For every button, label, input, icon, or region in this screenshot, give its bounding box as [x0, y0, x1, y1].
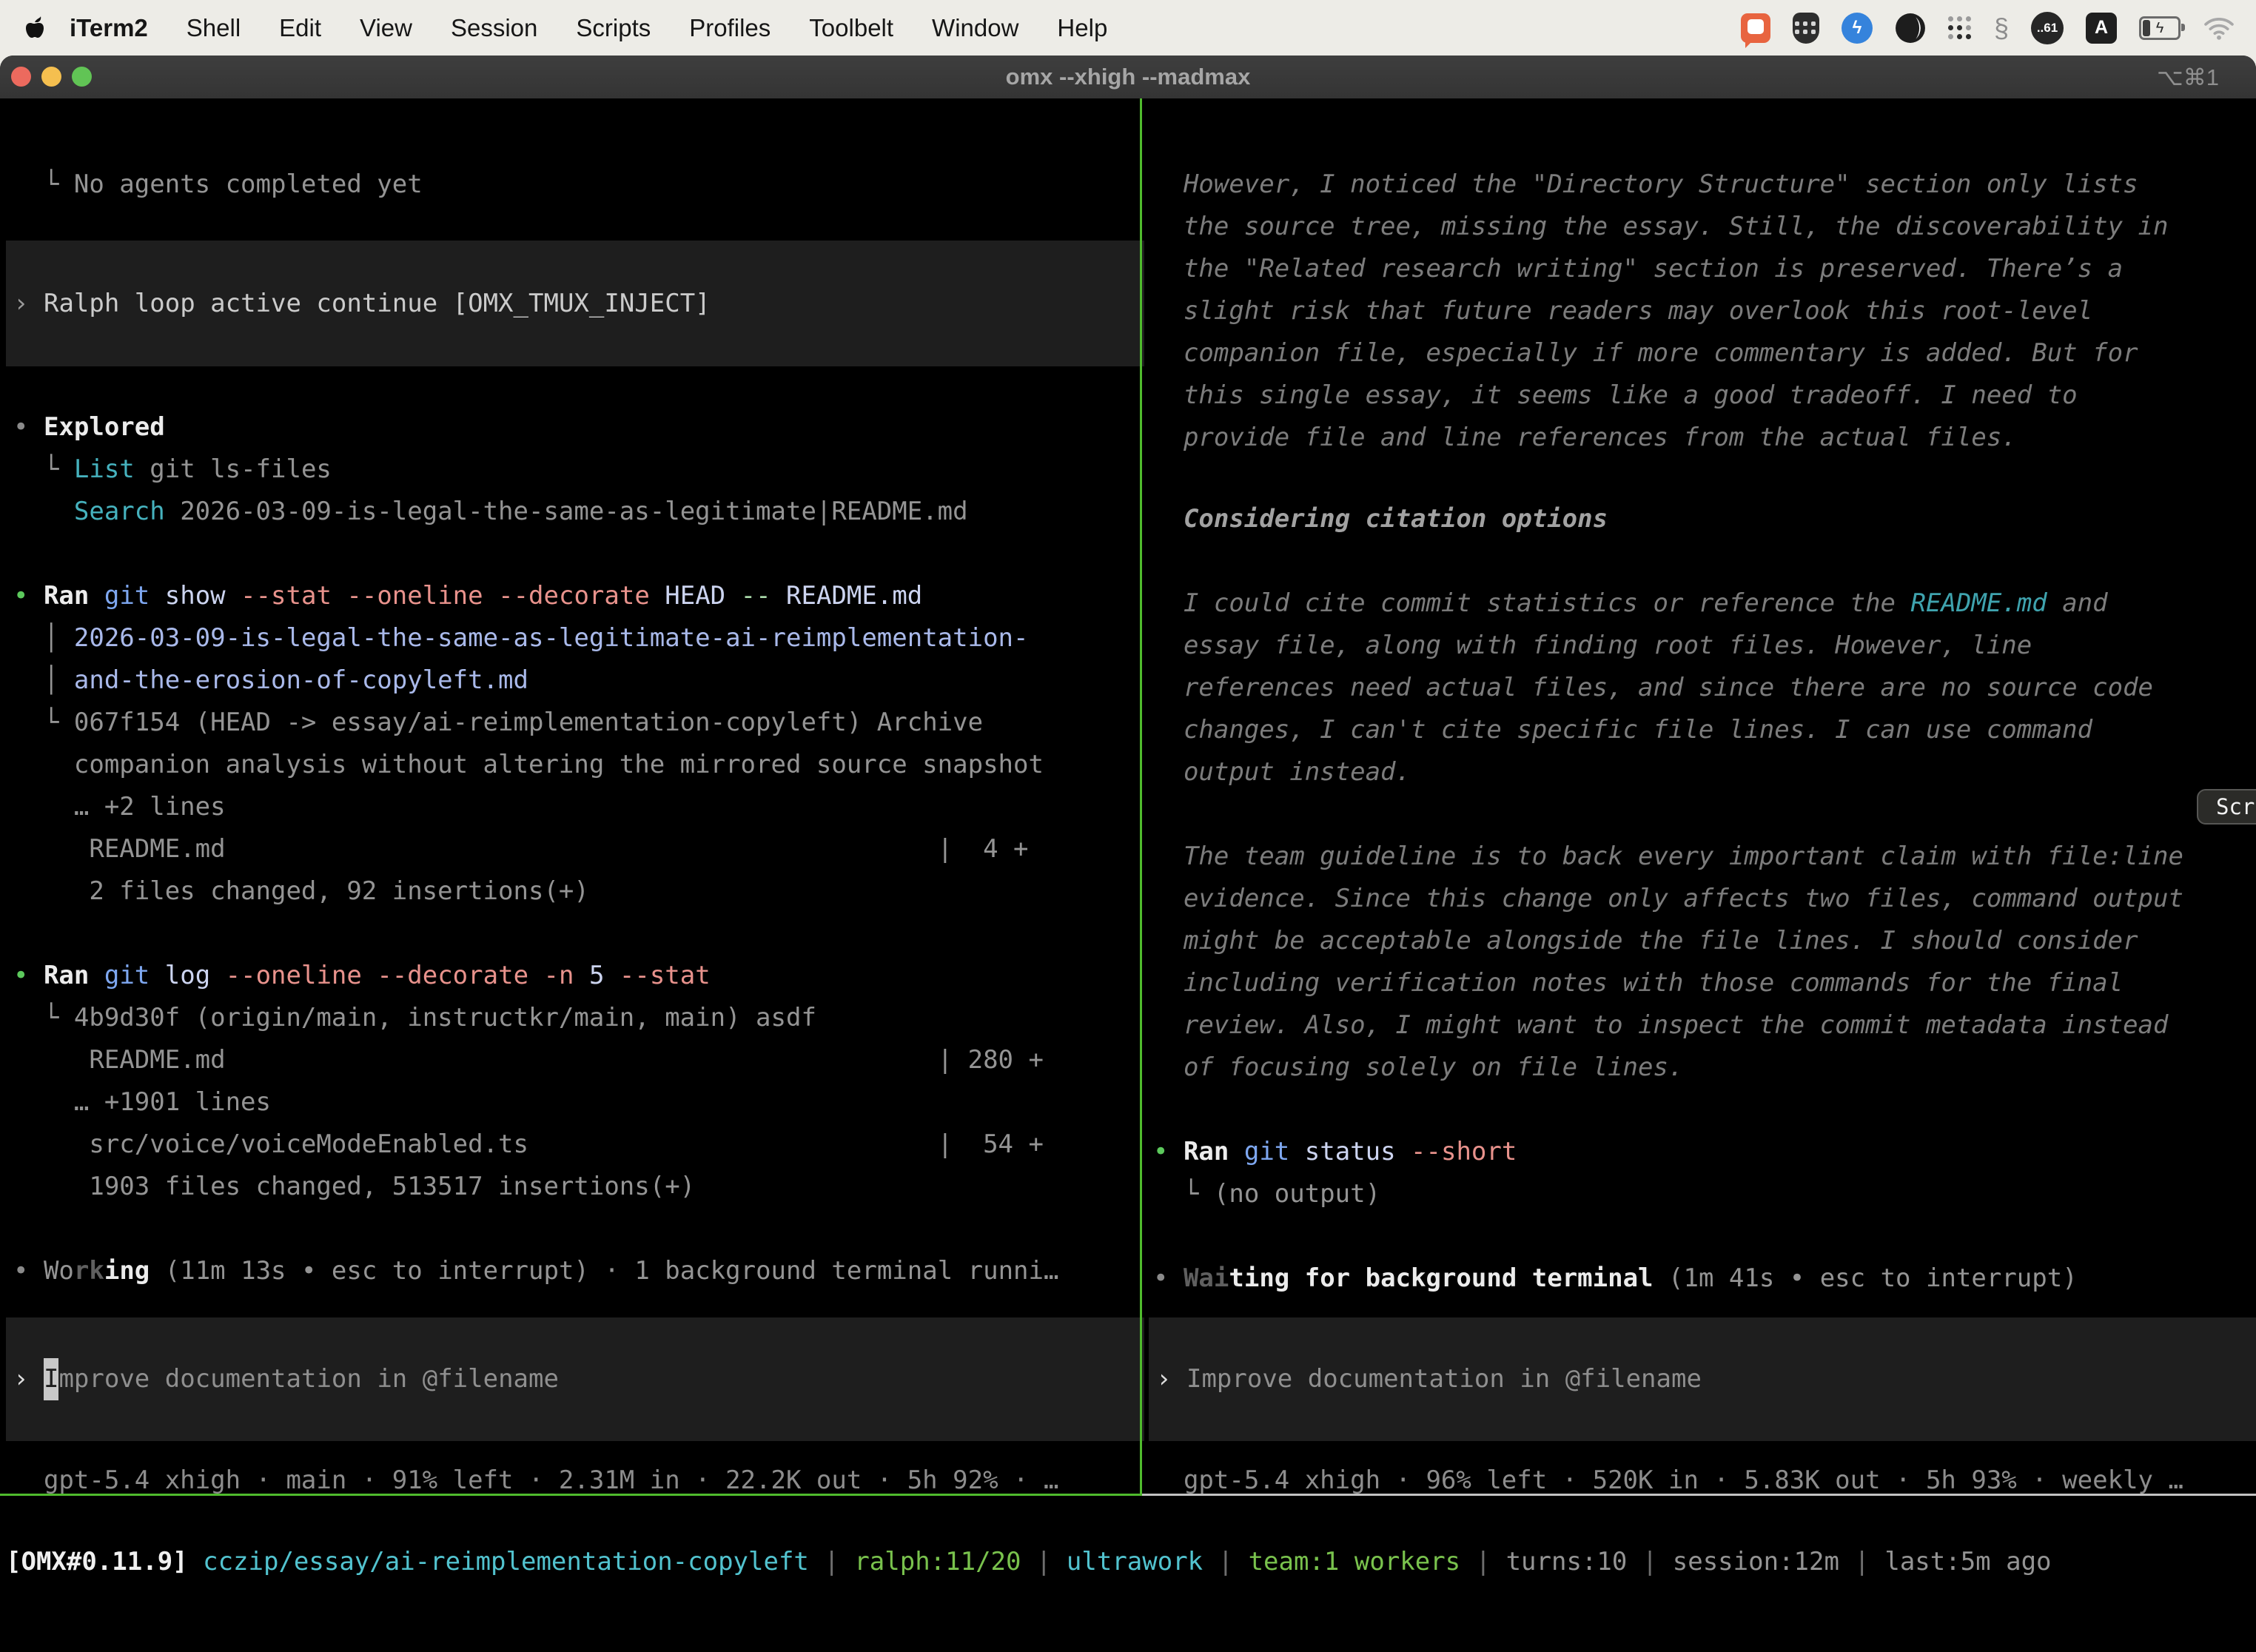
terminal-line: │ 2026-03-09-is-legal-the-same-as-legiti…	[13, 617, 1044, 659]
terminal-line: └ (no output)	[1153, 1173, 1517, 1215]
terminal-line: provide file and line references from th…	[1153, 417, 2168, 459]
omx-session-status-bar: [OMX#0.11.9] cczip/essay/ai-reimplementa…	[6, 1541, 2052, 1583]
terminal-line: [OMX#0.11.9] cczip/essay/ai-reimplementa…	[6, 1541, 2052, 1583]
terminal-line: references need actual files, and since …	[1153, 667, 2153, 709]
terminal-line: Considering citation options	[1153, 498, 1608, 540]
wifi-icon[interactable]	[2203, 16, 2235, 41]
right-input-text: Improve documentation in @filename	[1186, 1358, 1702, 1400]
iterm2-window: omx --xhigh --madmax ⌥⌘1 └ No agents com…	[0, 56, 2256, 1636]
terminal-line: └ 4b9d30f (origin/main, instructkr/main,…	[13, 997, 1044, 1039]
terminal-line: companion analysis without altering the …	[13, 744, 1044, 786]
reasoning-paragraph-1: However, I noticed the "Directory Struct…	[1153, 164, 2168, 459]
terminal-line: … +2 lines	[13, 786, 1044, 828]
menu-item-view[interactable]: View	[340, 14, 432, 42]
timer-badge-icon[interactable]: ..61	[2031, 12, 2064, 44]
terminal-line: • Ran git show --stat --oneline --decora…	[13, 575, 1044, 617]
squiggle-icon[interactable]: §	[1994, 13, 2009, 44]
prompt-chevron: ›	[13, 1358, 28, 1400]
inject-message-box[interactable]: › Ralph loop active continue [OMX_TMUX_I…	[6, 241, 1144, 366]
screen-overlay-chip[interactable]: Scre	[2197, 789, 2256, 825]
transcript-ran-git-show: • Ran git show --stat --oneline --decora…	[13, 575, 1044, 913]
terminal-line: └ List git ls-files	[13, 449, 968, 491]
terminal-line: including verification notes with those …	[1153, 962, 2183, 1004]
menu-item-iterm2[interactable]: iTerm2	[50, 14, 167, 42]
menu-item-edit[interactable]: Edit	[260, 14, 340, 42]
terminal-line: evidence. Since this change only affects…	[1153, 878, 2183, 920]
pane-divider-horizontal-active	[0, 1494, 1142, 1496]
apple-menu-icon[interactable]	[25, 16, 44, 40]
menu-item-shell[interactable]: Shell	[167, 14, 260, 42]
terminal-line: • Waiting for background terminal (1m 41…	[1153, 1258, 2078, 1300]
reasoning-paragraph-2: I could cite commit statistics or refere…	[1153, 582, 2153, 793]
terminal-line: this single essay, it seems like a good …	[1153, 375, 2168, 417]
pane-divider-vertical	[1140, 98, 1142, 1494]
battery-icon[interactable]: ϟ	[2139, 16, 2181, 40]
terminal-line: • Ran git status --short	[1153, 1131, 1517, 1173]
menu-item-toolbelt[interactable]: Toolbelt	[790, 14, 913, 42]
terminal-line: changes, I can't cite specific file line…	[1153, 709, 2153, 751]
chat-app-icon[interactable]	[1741, 13, 1770, 43]
pane-divider-horizontal-inactive	[1142, 1494, 2256, 1496]
terminal-line: The team guideline is to back every impo…	[1153, 836, 2183, 878]
blue-badge-icon[interactable]: ϟ	[1842, 13, 1873, 44]
terminal-line: • Working (11m 13s • esc to interrupt) ·…	[13, 1250, 1058, 1292]
transcript-ran-git-log: • Ran git log --oneline --decorate -n 5 …	[13, 955, 1044, 1208]
input-source-icon[interactable]: A	[2086, 13, 2117, 44]
terminal-line: … +1901 lines	[13, 1081, 1044, 1124]
terminal-line: 2 files changed, 92 insertions(+)	[13, 870, 1044, 913]
terminal-line: the source tree, missing the essay. Stil…	[1153, 206, 2168, 248]
menu-item-profiles[interactable]: Profiles	[670, 14, 790, 42]
working-status-line: • Working (11m 13s • esc to interrupt) ·…	[13, 1250, 1058, 1292]
right-prompt-input[interactable]: › Improve documentation in @filename	[1149, 1317, 2256, 1441]
terminal-line: └ 067f154 (HEAD -> essay/ai-reimplementa…	[13, 702, 1044, 744]
terminal-line: • Ran git log --oneline --decorate -n 5 …	[13, 955, 1044, 997]
transcript-ran-git-status: • Ran git status --short └ (no output)	[1153, 1131, 1517, 1215]
terminal-line: of focusing solely on file lines.	[1153, 1047, 2183, 1089]
window-shortcut-hint: ⌥⌘1	[2157, 64, 2219, 91]
terminal-line: slight risk that future readers may over…	[1153, 290, 2168, 332]
menu-item-session[interactable]: Session	[432, 14, 557, 42]
window-title-bar[interactable]: omx --xhigh --madmax ⌥⌘1	[0, 56, 2256, 99]
menu-item-help[interactable]: Help	[1038, 14, 1127, 42]
menu-item-window[interactable]: Window	[913, 14, 1038, 42]
terminal-line: review. Also, I might want to inspect th…	[1153, 1004, 2183, 1047]
terminal-line: However, I noticed the "Directory Struct…	[1153, 164, 2168, 206]
terminal-line: might be acceptable alongside the file l…	[1153, 920, 2183, 962]
terminal-line: Search 2026-03-09-is-legal-the-same-as-l…	[13, 491, 968, 533]
left-input-text: mprove documentation in @filename	[58, 1358, 559, 1400]
shield-grid-icon[interactable]	[1793, 13, 1819, 44]
terminal-line: └ No agents completed yet	[13, 164, 423, 206]
contrast-icon[interactable]	[1895, 13, 1926, 44]
terminal-line: │ and-the-erosion-of-copyleft.md	[13, 659, 1044, 702]
terminal-line: output instead.	[1153, 751, 2153, 793]
terminal-line: essay file, along with finding root file…	[1153, 625, 2153, 667]
terminal-line: README.md | 4 +	[13, 828, 1044, 870]
dots-grid-icon[interactable]	[1948, 16, 1972, 40]
terminal-line: the "Related research writing" section i…	[1153, 248, 2168, 290]
terminal-line: I could cite commit statistics or refere…	[1153, 582, 2153, 625]
prompt-chevron: ›	[13, 283, 28, 325]
reasoning-paragraph-3: The team guideline is to back every impo…	[1153, 836, 2183, 1089]
inject-message-text: Ralph loop active continue [OMX_TMUX_INJ…	[44, 283, 711, 325]
agents-note: └ No agents completed yet	[13, 164, 423, 206]
terminal-line: • Explored	[13, 406, 968, 449]
terminal-content: └ No agents completed yet › Ralph loop a…	[0, 98, 2256, 1636]
transcript-explored: • Explored └ List git ls-files Search 20…	[13, 406, 968, 533]
prompt-chevron: ›	[1156, 1358, 1171, 1400]
terminal-line: 1903 files changed, 513517 insertions(+)	[13, 1166, 1044, 1208]
terminal-line: companion file, especially if more comme…	[1153, 332, 2168, 375]
left-prompt-input[interactable]: › Improve documentation in @filename	[6, 1317, 1144, 1441]
waiting-status-line: • Waiting for background terminal (1m 41…	[1153, 1258, 2078, 1300]
terminal-line: README.md | 280 +	[13, 1039, 1044, 1081]
menu-item-scripts[interactable]: Scripts	[557, 14, 670, 42]
window-title: omx --xhigh --madmax	[0, 64, 2256, 90]
text-cursor: I	[44, 1358, 58, 1400]
terminal-line: src/voice/voiceModeEnabled.ts | 54 +	[13, 1124, 1044, 1166]
reasoning-heading: Considering citation options	[1153, 498, 1608, 540]
